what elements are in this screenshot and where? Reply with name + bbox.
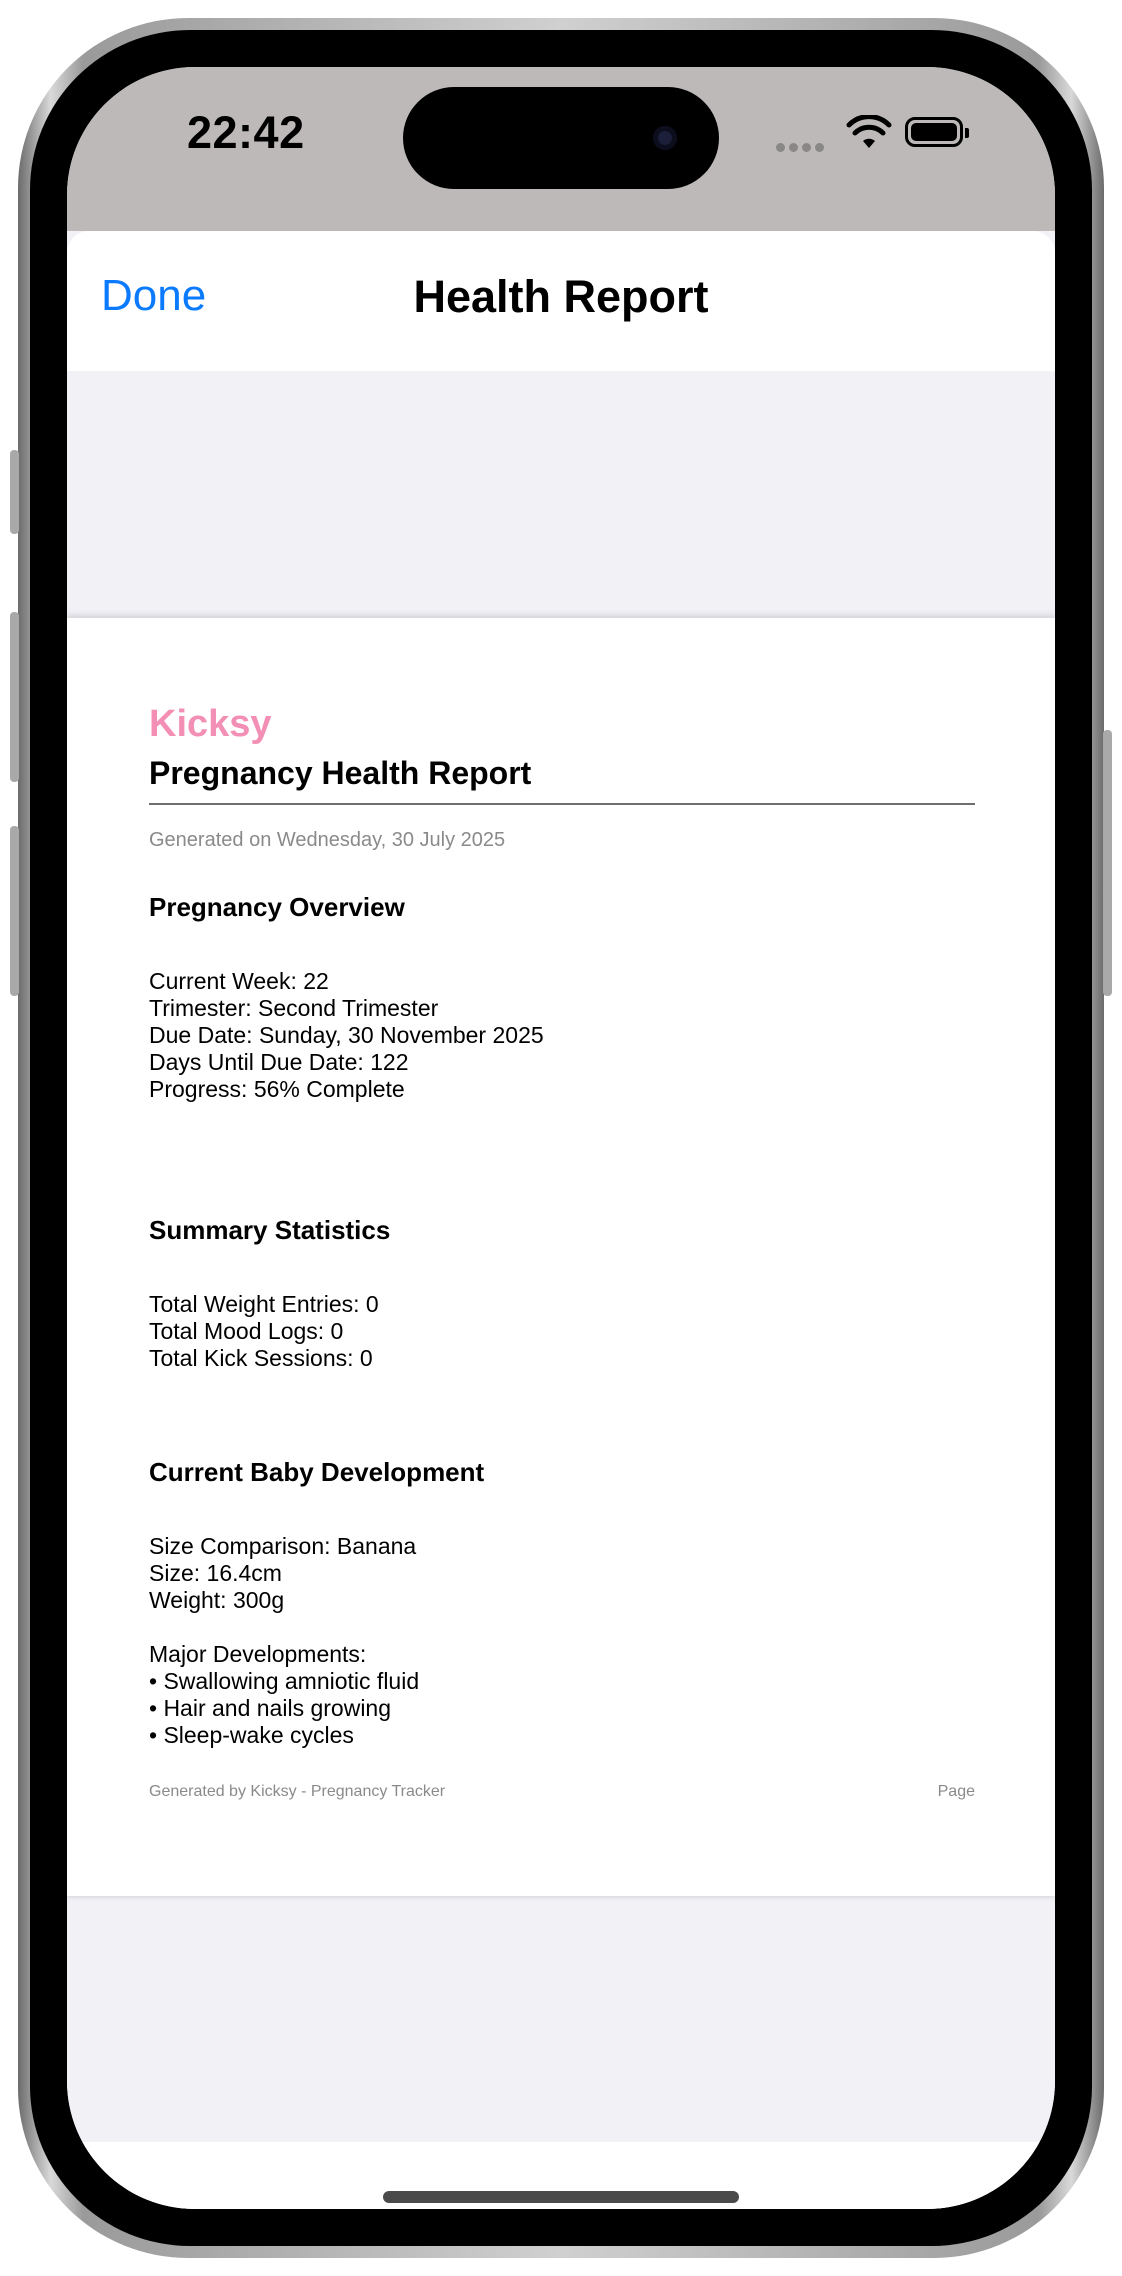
generated-date: Generated on Wednesday, 30 July 2025 xyxy=(149,829,506,851)
baby-line: Size: 16.4cm xyxy=(149,1560,282,1586)
overview-heading: Pregnancy Overview xyxy=(149,892,405,922)
development-item: • Sleep-wake cycles xyxy=(149,1722,354,1748)
baby-line: Size Comparison: Banana xyxy=(149,1533,417,1559)
summary-line: Total Kick Sessions: 0 xyxy=(149,1345,373,1371)
overview-lines: Current Week: 22 Trimester: Second Trime… xyxy=(149,968,544,1103)
brand-name: Kicksy xyxy=(149,703,272,745)
overview-line: Progress: 56% Complete xyxy=(149,1076,405,1102)
action-button xyxy=(10,450,19,534)
cellular-dots-icon xyxy=(776,139,828,157)
development-item: • Hair and nails growing xyxy=(149,1695,392,1721)
power-button xyxy=(1103,730,1112,996)
overview-line: Trimester: Second Trimester xyxy=(149,995,439,1021)
baby-development-heading: Current Baby Development xyxy=(149,1457,485,1487)
dynamic-island xyxy=(403,87,719,189)
title-divider xyxy=(149,803,975,805)
major-developments-label: Major Developments: xyxy=(149,1641,367,1667)
wifi-icon xyxy=(846,115,892,148)
baby-development-lines: Size Comparison: Banana Size: 16.4cm Wei… xyxy=(149,1533,419,1749)
nav-title: Health Report xyxy=(413,271,709,322)
volume-up-button xyxy=(10,612,19,782)
page-footer-page: Page xyxy=(937,1783,975,1800)
front-camera-icon xyxy=(653,126,677,150)
battery-icon xyxy=(905,117,969,147)
screen: 22:42 Done Health Report Kicksy Pregnanc… xyxy=(67,67,1055,2209)
overview-line: Due Date: Sunday, 30 November 2025 xyxy=(149,1022,544,1048)
navigation-bar: Done Health Report xyxy=(67,231,1055,371)
summary-line: Total Mood Logs: 0 xyxy=(149,1318,344,1344)
report-page: Kicksy Pregnancy Health Report Generated… xyxy=(67,618,1055,1896)
status-time: 22:42 xyxy=(187,107,305,158)
overview-line: Days Until Due Date: 122 xyxy=(149,1049,409,1075)
development-item: • Swallowing amniotic fluid xyxy=(149,1668,420,1694)
baby-line: Weight: 300g xyxy=(149,1587,285,1613)
report-title: Pregnancy Health Report xyxy=(149,755,532,791)
home-indicator[interactable] xyxy=(383,2191,739,2203)
page-footer-credit: Generated by Kicksy - Pregnancy Tracker xyxy=(149,1783,446,1800)
overview-line: Current Week: 22 xyxy=(149,968,329,994)
summary-lines: Total Weight Entries: 0 Total Mood Logs:… xyxy=(149,1291,379,1372)
summary-heading: Summary Statistics xyxy=(149,1215,391,1245)
health-report-sheet: Done Health Report Kicksy Pregnancy Heal… xyxy=(67,231,1055,2209)
summary-line: Total Weight Entries: 0 xyxy=(149,1291,379,1317)
volume-down-button xyxy=(10,826,19,996)
status-bar: 22:42 xyxy=(67,67,1055,231)
